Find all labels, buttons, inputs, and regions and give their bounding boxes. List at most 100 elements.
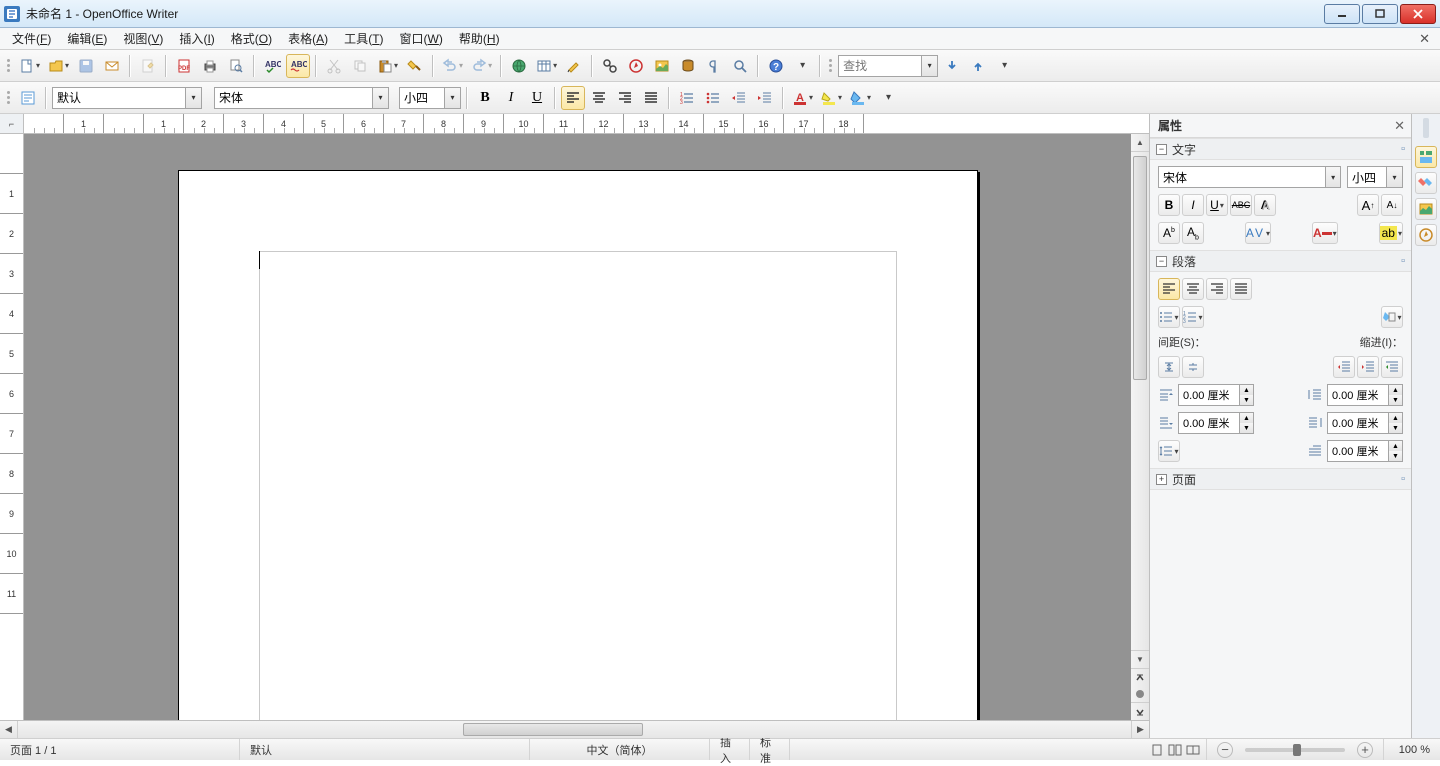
spellcheck-button[interactable]: ABC — [260, 54, 284, 78]
page[interactable] — [178, 170, 978, 720]
sb-char-spacing-button[interactable]: AV▾ — [1245, 222, 1271, 244]
sb-align-justify-button[interactable] — [1230, 278, 1252, 300]
text-area[interactable] — [259, 251, 897, 720]
view-single-icon[interactable] — [1150, 743, 1164, 757]
sidebar-handle[interactable] — [1423, 118, 1429, 138]
nonprinting-button[interactable] — [702, 54, 726, 78]
vertical-scrollbar[interactable]: ▲ ▼ — [1131, 134, 1149, 720]
toolbar-handle-2[interactable] — [4, 87, 12, 109]
size-input[interactable] — [400, 88, 444, 108]
expand-icon[interactable]: ▫ — [1401, 473, 1405, 485]
horizontal-scrollbar[interactable]: ◀ ▶ — [0, 720, 1149, 738]
expand-icon[interactable]: ▫ — [1401, 143, 1405, 155]
indent-first-input[interactable]: ▲▼ — [1327, 440, 1403, 462]
find-toolbar-handle[interactable] — [826, 55, 834, 77]
edit-file-button[interactable] — [136, 54, 160, 78]
minimize-button[interactable] — [1324, 4, 1360, 24]
indent-left-input[interactable]: ▲▼ — [1327, 384, 1403, 406]
help-button[interactable]: ? — [764, 54, 788, 78]
sb-bullets-button[interactable]: ▾ — [1158, 306, 1180, 328]
space-below-input[interactable]: ▲▼ — [1178, 412, 1254, 434]
toolbar-overflow-button[interactable]: ▾ — [992, 54, 1016, 78]
number-list-button[interactable]: 123 — [675, 86, 699, 110]
close-document-button[interactable]: ✕ — [1415, 31, 1434, 47]
size-combo[interactable]: ▾ — [399, 87, 461, 109]
print-button[interactable] — [198, 54, 222, 78]
format-paintbrush-button[interactable] — [403, 54, 427, 78]
align-right-button[interactable] — [613, 86, 637, 110]
find-prev-button[interactable] — [966, 54, 990, 78]
help-whatsthis-button[interactable]: ▾ — [790, 54, 814, 78]
menu-insert[interactable]: 插入(I) — [171, 28, 222, 49]
bgcolor-button[interactable]: ▾ — [847, 86, 874, 110]
section-para-header[interactable]: − 段落 ▫ — [1150, 250, 1411, 272]
gallery-button[interactable] — [650, 54, 674, 78]
sb-subscript-button[interactable]: Ab — [1182, 222, 1204, 244]
next-page-button[interactable] — [1131, 702, 1149, 720]
sb-align-left-button[interactable] — [1158, 278, 1180, 300]
sidebar-size-combo[interactable]: ▾ — [1347, 166, 1403, 188]
zoom-out-button[interactable]: − — [1217, 742, 1233, 758]
sb-highlight-button[interactable]: ab▾ — [1379, 222, 1403, 244]
cut-button[interactable] — [322, 54, 346, 78]
sb-indent-decrease-button[interactable] — [1333, 356, 1355, 378]
expand-icon[interactable]: ▫ — [1401, 255, 1405, 267]
collapse-icon[interactable]: − — [1156, 144, 1167, 155]
sb-hanging-indent-button[interactable] — [1381, 356, 1403, 378]
status-page[interactable]: 页面 1 / 1 — [0, 739, 240, 760]
find-combo[interactable]: ▾ — [838, 55, 938, 77]
sb-align-right-button[interactable] — [1206, 278, 1228, 300]
sb-superscript-button[interactable]: Ab — [1158, 222, 1180, 244]
sb-increase-font-button[interactable]: A↑ — [1357, 194, 1379, 216]
show-draw-button[interactable] — [562, 54, 586, 78]
paste-button[interactable]: ▾ — [374, 54, 401, 78]
menu-tools[interactable]: 工具(T) — [336, 28, 391, 49]
zoom-in-button[interactable]: + — [1357, 742, 1373, 758]
save-button[interactable] — [74, 54, 98, 78]
sb-bold-button[interactable]: B — [1158, 194, 1180, 216]
maximize-button[interactable] — [1362, 4, 1398, 24]
close-window-button[interactable] — [1400, 4, 1436, 24]
menu-format[interactable]: 格式(O) — [223, 28, 280, 49]
style-combo[interactable]: ▾ — [52, 87, 202, 109]
scroll-down-button[interactable]: ▼ — [1131, 650, 1149, 668]
section-text-header[interactable]: − 文字 ▫ — [1150, 138, 1411, 160]
sb-italic-button[interactable]: I — [1182, 194, 1204, 216]
datasources-button[interactable] — [676, 54, 700, 78]
prev-page-button[interactable] — [1131, 668, 1149, 686]
view-book-icon[interactable] — [1186, 743, 1200, 757]
menu-view[interactable]: 视图(V) — [115, 28, 171, 49]
sb-strike-button[interactable]: ABC — [1230, 194, 1252, 216]
section-page-header[interactable]: + 页面 ▫ — [1150, 468, 1411, 490]
align-left-button[interactable] — [561, 86, 585, 110]
expand-icon[interactable]: + — [1156, 474, 1167, 485]
italic-button[interactable]: I — [499, 86, 523, 110]
bold-button[interactable]: B — [473, 86, 497, 110]
font-combo[interactable]: ▾ — [214, 87, 389, 109]
hscroll-left-button[interactable]: ◀ — [0, 721, 18, 738]
style-input[interactable] — [53, 88, 185, 108]
status-insert-mode[interactable]: 插入 — [710, 739, 750, 760]
sb-para-bgcolor-button[interactable]: ▾ — [1381, 306, 1403, 328]
sb-indent-increase-button[interactable] — [1357, 356, 1379, 378]
menu-table[interactable]: 表格(A) — [280, 28, 336, 49]
print-preview-button[interactable] — [224, 54, 248, 78]
find-next-button[interactable] — [940, 54, 964, 78]
menu-edit[interactable]: 编辑(E) — [59, 28, 115, 49]
indent-right-input[interactable]: ▲▼ — [1327, 412, 1403, 434]
tab-gallery[interactable] — [1415, 198, 1437, 220]
menu-file[interactable]: 文件(F) — [4, 28, 59, 49]
sb-shadow-button[interactable]: AA — [1254, 194, 1276, 216]
email-button[interactable] — [100, 54, 124, 78]
document-viewport[interactable]: ▲ ▼ — [24, 134, 1149, 720]
hyperlink-button[interactable] — [507, 54, 531, 78]
find-input[interactable] — [839, 56, 921, 76]
menu-window[interactable]: 窗口(W) — [392, 28, 451, 49]
collapse-icon[interactable]: − — [1156, 256, 1167, 267]
sb-font-color-button[interactable]: A▾ — [1312, 222, 1338, 244]
font-color-button[interactable]: A▾ — [789, 86, 816, 110]
status-selection-mode[interactable]: 标准 — [750, 739, 790, 760]
font-input[interactable] — [215, 88, 372, 108]
sidebar-close-button[interactable]: ✕ — [1394, 118, 1405, 134]
redo-button[interactable]: ▾ — [468, 54, 495, 78]
